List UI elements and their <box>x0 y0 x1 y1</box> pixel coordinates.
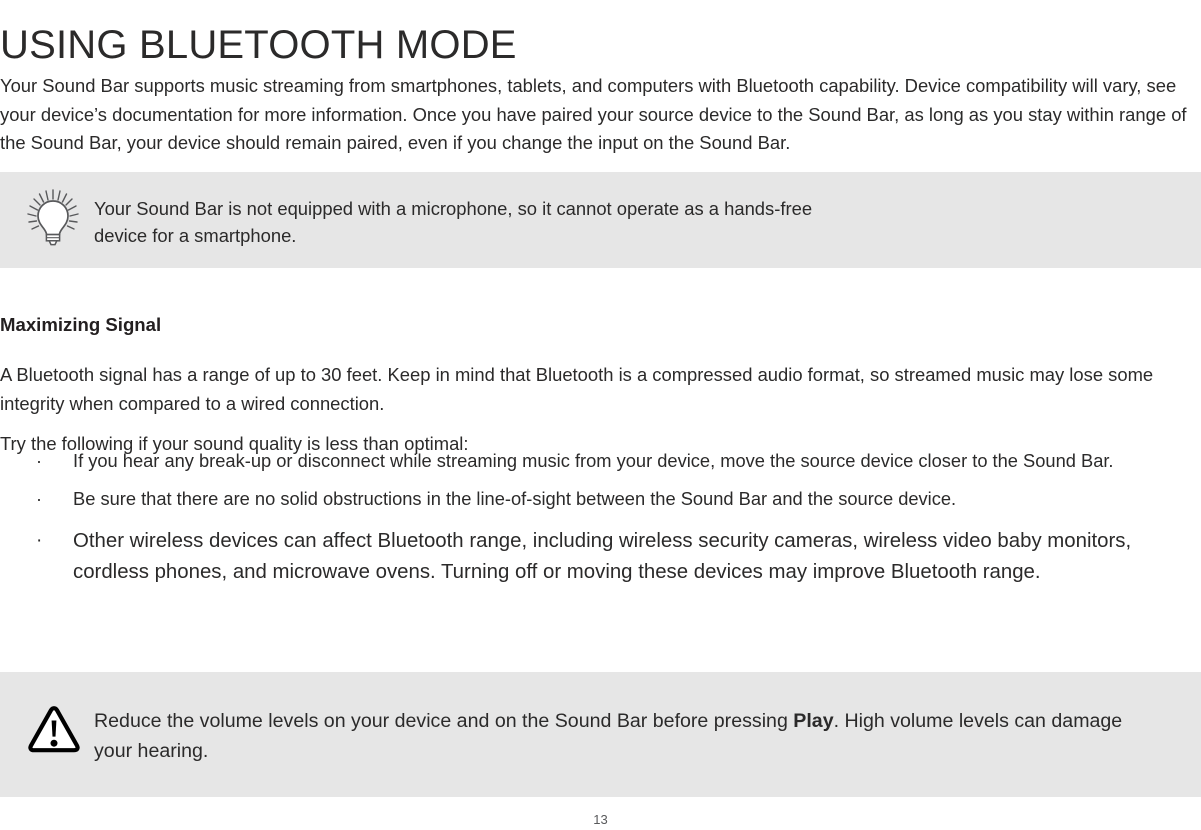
list-item: · If you hear any break-up or disconnect… <box>0 447 1201 475</box>
page-number: 13 <box>593 812 608 827</box>
warning-emphasis-play: Play <box>793 710 834 732</box>
list-item-text: If you hear any break-up or disconnect w… <box>73 450 1114 471</box>
section-heading-maximizing-signal: Maximizing Signal <box>0 314 162 336</box>
warning-triangle-icon <box>28 705 80 753</box>
manual-page: USING BLUETOOTH MODE Your Sound Bar supp… <box>0 0 1201 830</box>
bullet-marker: · <box>36 489 42 510</box>
list-item: · Other wireless devices can affect Blue… <box>0 526 1201 589</box>
body-paragraph-range: A Bluetooth signal has a range of up to … <box>0 364 1154 414</box>
page-title: USING BLUETOOTH MODE <box>0 22 517 67</box>
warning-callout: Reduce the volume levels on your device … <box>0 672 1201 797</box>
tip-callout: Your Sound Bar is not equipped with a mi… <box>0 172 1201 268</box>
list-item-text: Other wireless devices can affect Blueto… <box>73 529 1132 584</box>
bullet-list: · If you hear any break-up or disconnect… <box>0 447 1201 599</box>
bullet-marker: · <box>36 529 43 551</box>
list-item-text: Be sure that there are no solid obstruct… <box>73 488 957 510</box>
tip-callout-line-1: Your Sound Bar is not equipped with a mi… <box>94 198 813 219</box>
list-item: · Be sure that there are no solid obstru… <box>0 485 1201 513</box>
intro-paragraph: Your Sound Bar supports music streaming … <box>0 75 1187 153</box>
warning-callout-text: Reduce the volume levels on your device … <box>94 706 1154 766</box>
tip-callout-text: Your Sound Bar is not equipped with a mi… <box>94 195 1186 249</box>
warning-text-before: Reduce the volume levels on your device … <box>94 710 794 732</box>
bullet-marker: · <box>36 451 42 471</box>
tip-callout-line-2: device for a smartphone. <box>94 225 297 246</box>
lightbulb-icon <box>26 189 80 247</box>
